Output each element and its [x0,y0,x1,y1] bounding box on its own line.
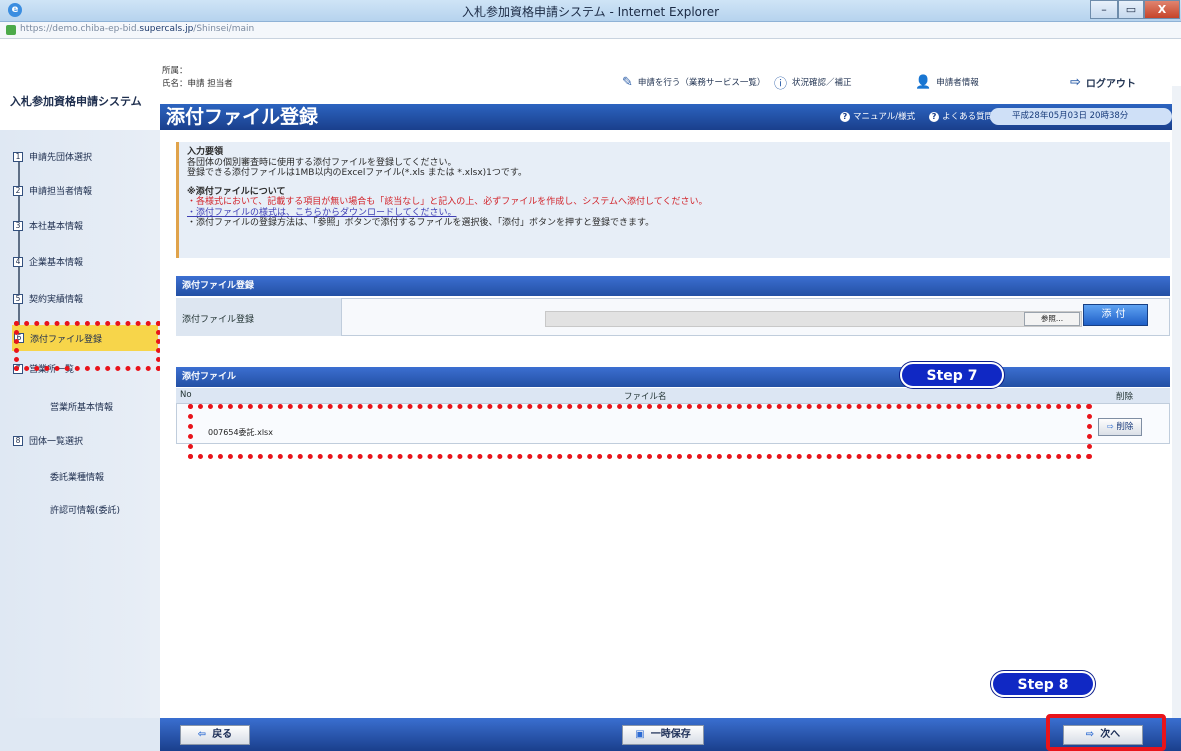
col-filename: ファイル名 [624,392,667,402]
sidebar-item-label: 企業基本情報 [29,258,84,268]
sidebar-item-label: 営業所基本情報 [50,403,114,413]
delete-button[interactable]: ⇨ 削除 [1098,418,1142,436]
info-icon: ⓘ [774,76,788,92]
step-number: 8 [13,435,23,446]
user-name: 氏名：申請 担当者 [162,79,233,89]
nav-status[interactable]: ⓘ 状況確認／補正 [774,70,852,94]
sidebar-item-4[interactable]: 4 企業基本情報 [13,255,83,268]
back-arrow-icon: ⇦ [197,729,207,740]
manual-link[interactable]: ? マニュアル/様式 [840,110,915,122]
ie-logo-icon: e [8,3,22,17]
sidebar-item-label: 本社基本情報 [29,222,84,232]
save-label: 一時保存 [650,729,691,740]
file-table-header: No ファイル名 削除 [176,388,1170,404]
step-8-badge: Step 8 [991,671,1095,697]
col-delete: 削除 [1116,392,1134,402]
save-icon: ▣ [635,729,645,740]
minimize-button[interactable]: – [1090,0,1118,19]
step-number: 4 [13,256,23,267]
logout-link[interactable]: ⇨ ログアウト [1070,70,1136,94]
page-icon [6,25,16,35]
window-title-bar: 入札参加資格申請システム - Internet Explorer [0,0,1181,22]
help-icon: ? [840,112,850,122]
back-button[interactable]: ⇦ 戻る [180,725,250,745]
nav-status-label: 状況確認／補正 [792,78,852,88]
sidebar-subitem-license[interactable]: 許認可情報(委託) [50,503,120,516]
datetime-badge: 平成28年05月03日 20時38分 [990,108,1172,125]
sidebar-item-label: 契約実績情報 [29,295,84,305]
temp-save-button[interactable]: ▣ 一時保存 [622,725,704,745]
logout-icon: ⇨ [1070,74,1081,90]
sidebar-item-8[interactable]: 8 団体一覧選択 [13,434,83,447]
sidebar-subitem-office[interactable]: 営業所基本情報 [50,400,113,413]
sidebar-connector [18,152,20,337]
sidebar-item-label: 委託業種情報 [50,473,105,483]
next-highlight [1046,714,1166,751]
step-number: 3 [13,220,23,231]
register-label: 添付ファイル登録 [176,298,342,336]
guidance-line: 登録できる添付ファイルは1MB以内のExcelファイル(*.xls または *.… [187,168,527,178]
help-links: ? マニュアル/様式 ? よくある質問 [840,110,993,122]
maximize-button[interactable]: ▭ [1118,0,1144,19]
sidebar-item-2[interactable]: 2 申請担当者情報 [13,184,92,197]
step-number: 1 [13,151,23,162]
attach-button[interactable]: 添付 [1083,304,1148,326]
url-text[interactable]: https://demo.chiba-ep-bid.supercals.jp/S… [20,24,254,34]
attachment-note-warning: ・各様式において、記載する項目が無い場合も「該当なし」と記入の上、必ずファイルを… [187,197,708,207]
person-icon: 👤 [915,74,932,90]
sidebar-footer [0,718,160,751]
nav-info-label: 申請者情報 [936,78,979,88]
file-path-input[interactable] [545,311,1082,327]
sidebar-item-3[interactable]: 3 本社基本情報 [13,219,83,232]
nav-apply-label: 申請を行う（業務サービス一覧） [637,78,766,88]
user-info: 所属： 氏名：申請 担当者 [162,65,233,91]
page-title: 添付ファイル登録 [166,106,319,128]
sidebar-subitem-consign[interactable]: 委託業種情報 [50,470,104,483]
address-bar[interactable]: https://demo.chiba-ep-bid.supercals.jp/S… [0,22,1181,39]
help-icon: ? [929,112,940,122]
attachment-note-heading: ※添付ファイルについて [187,186,286,197]
template-download-link[interactable]: ・添付ファイルの様式は、こちらからダウンロードしてください。 [187,208,1162,219]
scrollbar[interactable] [1172,86,1181,718]
arrow-icon: ⇨ [1106,422,1117,432]
input-guidance: 入力要領 各団体の個別審査時に使用する添付ファイルを登録してください。 登録でき… [176,142,1170,258]
col-no: No [180,390,192,400]
nav-apply[interactable]: ✎ 申請を行う（業務サービス一覧） [622,70,765,94]
back-label: 戻る [212,729,233,740]
browse-button[interactable]: 参照... [1024,312,1080,326]
sidebar-item-1[interactable]: 1 申請先団体選択 [13,150,92,163]
step-number: 2 [13,185,23,196]
delete-label: 削除 [1116,422,1134,432]
register-section-header: 添付ファイル登録 [176,276,1170,296]
sidebar-item-label: 許認可情報(委託) [50,506,121,516]
sidebar-highlight [14,321,161,371]
sidebar-item-label: 申請担当者情報 [29,187,93,197]
sidebar-item-label: 申請先団体選択 [29,153,93,163]
file-row-highlight [188,404,1092,459]
window-title: 入札参加資格申請システム - Internet Explorer [461,5,720,19]
pencil-icon: ✎ [622,74,633,90]
step-7-badge: Step 7 [900,362,1004,388]
guidance-line: 各団体の個別審査時に使用する添付ファイルを登録してください。 [187,157,457,168]
guidance-heading: 入力要領 [187,147,224,157]
sidebar-item-5[interactable]: 5 契約実績情報 [13,292,83,305]
logout-label: ログアウト [1085,78,1136,90]
nav-applicant-info[interactable]: 👤 申請者情報 [915,70,979,94]
app-name: 入札参加資格申請システム [10,95,142,108]
close-button[interactable]: X [1144,0,1180,19]
dept-label: 所属： [162,66,188,76]
attachment-note-howto: ・添付ファイルの登録方法は、「参照」ボタンで添付するファイルを選択後、「添付」ボ… [187,218,655,228]
files-section-header: 添付ファイル [176,367,1170,387]
step-number: 5 [13,293,23,304]
faq-link[interactable]: ? よくある質問 [929,110,993,122]
sidebar-item-label: 団体一覧選択 [29,437,84,447]
